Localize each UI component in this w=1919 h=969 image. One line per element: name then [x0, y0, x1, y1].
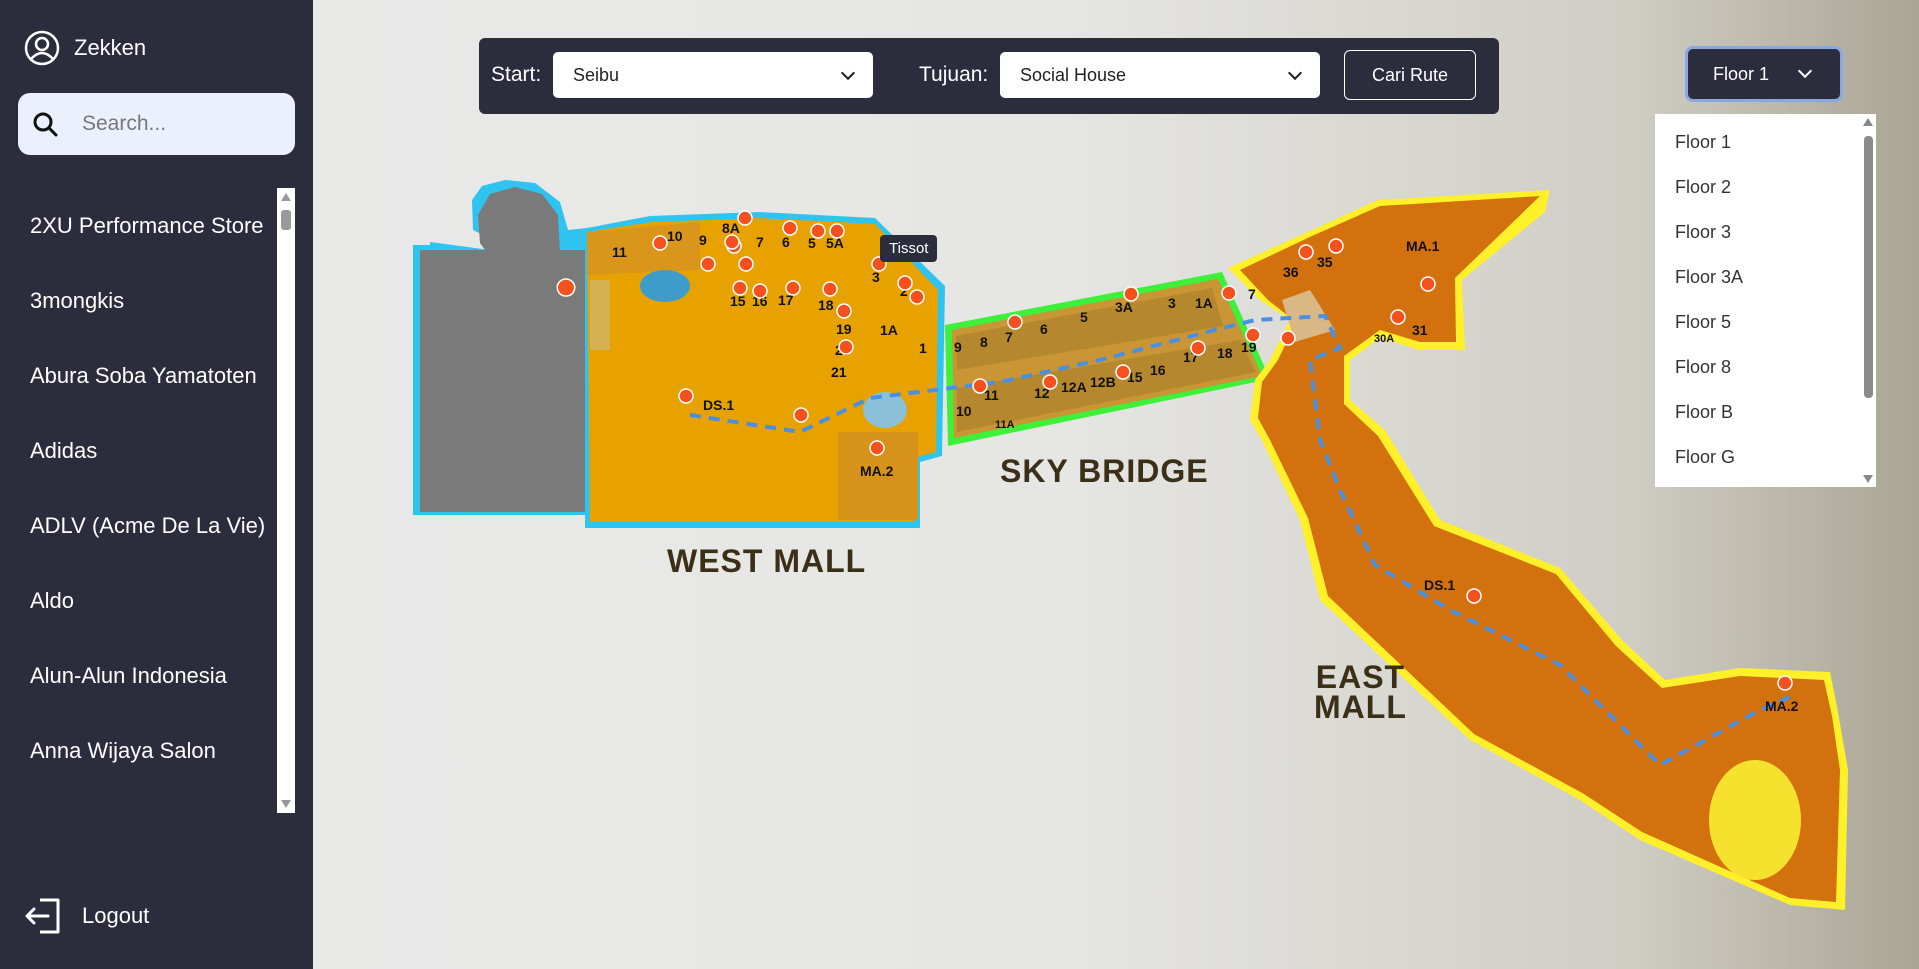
- destination-value: Social House: [1020, 64, 1127, 85]
- search-icon: [33, 112, 58, 137]
- floor-select[interactable]: Floor 1: [1685, 46, 1843, 102]
- floor-selected: Floor 1: [1713, 63, 1770, 84]
- store-list[interactable]: 2XU Performance Store 3mongkis Abura Sob…: [0, 188, 275, 813]
- logout-button[interactable]: Logout: [24, 896, 149, 936]
- svg-text:9: 9: [699, 232, 707, 248]
- scroll-down-arrow-icon[interactable]: [281, 800, 291, 808]
- svg-text:10: 10: [956, 403, 972, 419]
- logout-icon: [25, 898, 60, 934]
- logout-label: Logout: [82, 903, 150, 928]
- floor-option[interactable]: Floor 3A: [1655, 255, 1876, 300]
- svg-text:12B: 12B: [1090, 374, 1116, 390]
- destination-select[interactable]: Social House: [1000, 52, 1320, 98]
- floor-option[interactable]: Floor 2: [1655, 165, 1876, 210]
- search-input[interactable]: [80, 111, 274, 137]
- sidebar: Zekken 2XU Performance Store 3mongkis Ab…: [0, 0, 313, 969]
- svg-text:1A: 1A: [880, 322, 898, 338]
- floor-option[interactable]: Floor B: [1655, 390, 1876, 435]
- svg-text:3: 3: [1168, 295, 1176, 311]
- zone-label-mall: MALL: [1314, 689, 1407, 725]
- store-item[interactable]: ADLV (Acme De La Vie): [0, 488, 275, 563]
- scroll-down-arrow-icon[interactable]: [1863, 475, 1873, 483]
- chevron-down-icon: [1797, 63, 1813, 79]
- store-item[interactable]: 3mongkis: [0, 263, 275, 338]
- svg-text:35: 35: [1317, 254, 1333, 270]
- floor-option[interactable]: Floor 1: [1655, 120, 1876, 165]
- store-item[interactable]: 2XU Performance Store: [0, 188, 275, 263]
- store-item[interactable]: Abura Soba Yamatoten: [0, 338, 275, 413]
- search-box[interactable]: [18, 93, 295, 155]
- zone-label-east: EAST: [1315, 659, 1406, 695]
- user-profile[interactable]: Zekken: [24, 30, 146, 66]
- svg-text:7: 7: [1005, 329, 1013, 345]
- user-icon: [24, 30, 60, 66]
- scroll-up-arrow-icon[interactable]: [1863, 118, 1873, 126]
- svg-text:DS.1: DS.1: [703, 397, 734, 413]
- zone-label-east-mall: EAST MALL: [1314, 659, 1407, 725]
- floor-dropdown[interactable]: Floor 1 Floor 2 Floor 3 Floor 3A Floor 5…: [1655, 114, 1876, 487]
- svg-text:1: 1: [919, 340, 927, 356]
- floor-option[interactable]: Floor 5: [1655, 300, 1876, 345]
- floor-dropdown-scrollbar[interactable]: [1861, 114, 1876, 487]
- floor-option[interactable]: Floor 3: [1655, 210, 1876, 255]
- start-label: Start:: [491, 63, 542, 86]
- svg-text:11A: 11A: [995, 419, 1015, 431]
- store-item[interactable]: Anna Wijaya Salon: [0, 713, 275, 788]
- scroll-thumb[interactable]: [1864, 136, 1873, 398]
- svg-text:30A: 30A: [1374, 333, 1394, 345]
- svg-text:DS.1: DS.1: [1424, 577, 1455, 593]
- store-list-scrollbar[interactable]: [277, 188, 295, 813]
- start-value: Seibu: [573, 64, 620, 85]
- store-tooltip: Tissot: [880, 235, 938, 262]
- svg-text:8: 8: [980, 334, 988, 350]
- route-bar: Start: Seibu Tujuan: Social House Cari R…: [479, 38, 1499, 114]
- chevron-down-icon: [840, 65, 856, 80]
- svg-text:36: 36: [1283, 264, 1299, 280]
- svg-text:7: 7: [756, 234, 764, 250]
- floor-option[interactable]: Floor 8: [1655, 345, 1876, 390]
- svg-text:16: 16: [1150, 362, 1166, 378]
- chevron-down-icon: [1287, 65, 1303, 80]
- svg-text:7: 7: [1248, 286, 1256, 302]
- store-item[interactable]: Alun-Alun Indonesia: [0, 638, 275, 713]
- svg-text:19: 19: [836, 321, 852, 337]
- svg-text:6: 6: [1040, 321, 1048, 337]
- svg-text:MA.2: MA.2: [1765, 698, 1799, 714]
- svg-text:18: 18: [1217, 345, 1233, 361]
- store-item[interactable]: Aldo: [0, 563, 275, 638]
- svg-text:6: 6: [782, 234, 790, 250]
- svg-text:8A: 8A: [722, 220, 740, 236]
- scroll-up-arrow-icon[interactable]: [281, 193, 291, 201]
- zone-label-west-mall: WEST MALL: [667, 543, 867, 579]
- svg-text:10: 10: [667, 228, 683, 244]
- svg-text:1A: 1A: [1195, 295, 1213, 311]
- svg-text:11: 11: [612, 244, 627, 260]
- store-item[interactable]: Adidas: [0, 413, 275, 488]
- svg-text:12A: 12A: [1061, 379, 1087, 395]
- username: Zekken: [74, 35, 147, 60]
- svg-text:21: 21: [831, 364, 847, 380]
- find-route-button[interactable]: Cari Rute: [1344, 50, 1476, 100]
- svg-text:18: 18: [818, 297, 834, 313]
- destination-label: Tujuan:: [919, 63, 989, 86]
- svg-text:31: 31: [1412, 322, 1428, 338]
- svg-text:5: 5: [1080, 309, 1088, 325]
- svg-text:MA.2: MA.2: [860, 463, 894, 479]
- svg-text:MA.1: MA.1: [1406, 238, 1440, 254]
- start-select[interactable]: Seibu: [553, 52, 873, 98]
- zone-label-sky-bridge: SKY BRIDGE: [1000, 453, 1209, 489]
- scroll-thumb[interactable]: [281, 210, 291, 230]
- svg-text:9: 9: [954, 339, 962, 355]
- floor-option[interactable]: Floor G: [1655, 435, 1876, 480]
